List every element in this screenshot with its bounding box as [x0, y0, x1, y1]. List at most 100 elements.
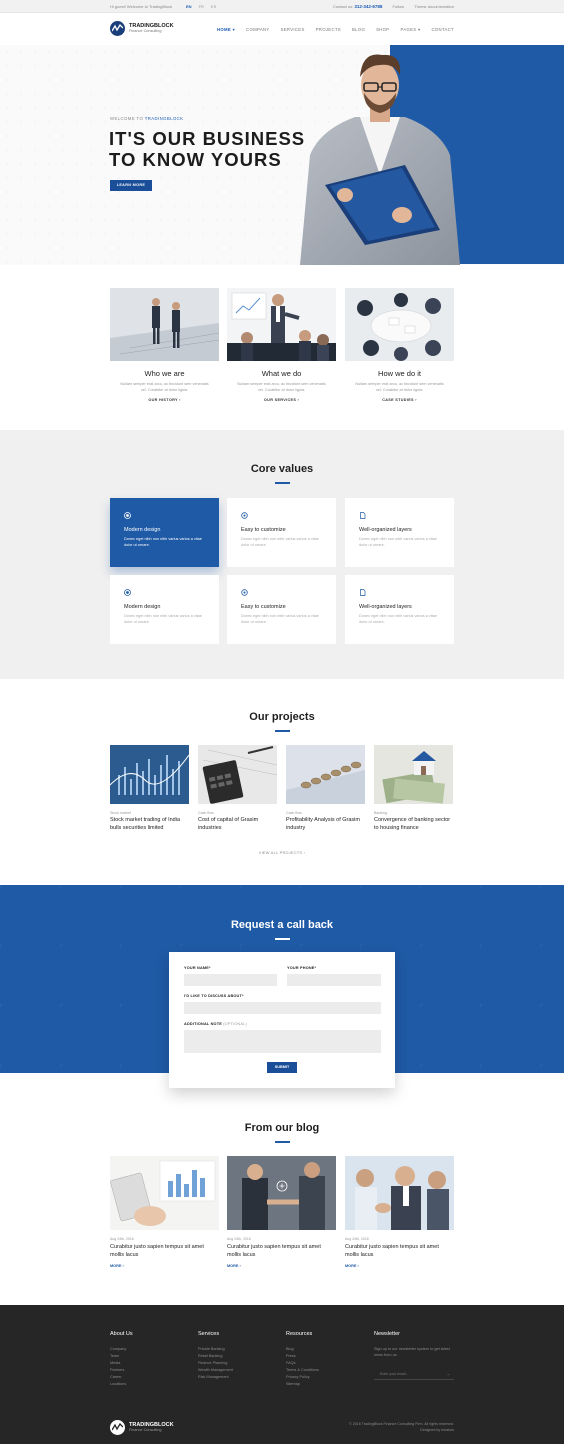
nav-contact[interactable]: CONTACT — [431, 27, 454, 33]
theme-docs-link[interactable]: Theme documentation — [414, 4, 454, 9]
learn-more-button[interactable]: LEARN MORE — [110, 180, 152, 191]
note-label-text: ADDITIONAL NOTE — [184, 1022, 222, 1026]
case-studies-link[interactable]: CASE STUDIES › — [345, 398, 454, 402]
blog-card[interactable]: Aug 24th, 2016 Curabitur justo sapien te… — [110, 1156, 219, 1268]
footer-logo[interactable]: TRADINGBLOCK Finance Consulting — [110, 1420, 174, 1435]
discuss-label: I'D LIKE TO DISCUSS ABOUT* — [184, 994, 244, 998]
project-card[interactable]: Banking Convergence of banking sector to… — [374, 745, 453, 832]
nav-pages[interactable]: PAGES ▾ — [400, 27, 420, 33]
project-category: Cash flow — [286, 811, 302, 815]
footer-link-private-banking[interactable]: Private Banking — [198, 1346, 233, 1353]
hero-line-1: IT'S OUR BUSINESS — [109, 128, 306, 149]
blog-post-title[interactable]: Curabitur justo sapien tempus sit amet m… — [345, 1244, 454, 1259]
blog-title: From our blog — [244, 1122, 320, 1134]
project-card[interactable]: Cash flow Cost of capital of Grasim indu… — [198, 745, 277, 832]
value-box[interactable]: Easy to customize Donec eget nibh non ni… — [227, 575, 336, 644]
footer-link-partners[interactable]: Partners — [110, 1367, 133, 1374]
footer-link-terms[interactable]: Terms & Conditions — [286, 1367, 319, 1374]
note-textarea[interactable] — [184, 1030, 381, 1053]
our-history-link[interactable]: OUR HISTORY › — [110, 398, 219, 402]
project-card[interactable]: Stock market Stock market trading of Ind… — [110, 745, 189, 832]
project-category: Banking — [374, 811, 387, 815]
main-nav: HOME ▾ COMPANY SERVICES PROJECTS BLOG SH… — [206, 27, 454, 33]
radio-icon — [124, 512, 131, 519]
footer-link-sitemap[interactable]: Sitemap — [286, 1381, 319, 1388]
project-image-calculator — [198, 745, 277, 804]
who-we-are-image — [110, 288, 219, 361]
footer-link-faqs[interactable]: FAQs — [286, 1360, 319, 1367]
about-title: Who we are — [144, 369, 185, 378]
nav-company[interactable]: COMPANY — [246, 27, 270, 33]
nav-services[interactable]: SERVICES — [281, 27, 305, 33]
value-box[interactable]: Well-organized layers Donec eget nibh no… — [345, 498, 454, 567]
blog-post-title[interactable]: Curabitur justo sapien tempus sit amet m… — [227, 1244, 336, 1259]
blog-image-handshake — [227, 1156, 336, 1230]
value-box[interactable]: Easy to customize Donec eget nibh non ni… — [227, 498, 336, 567]
phone-input[interactable] — [287, 974, 381, 986]
value-box[interactable]: Well-organized layers Donec eget nibh no… — [345, 575, 454, 644]
footer-link-blog[interactable]: Blog — [286, 1346, 319, 1353]
follow-link[interactable]: Follow — [393, 4, 405, 9]
about-text: Nullam semper erat arcu, ac tincidunt se… — [237, 382, 326, 392]
footer-link-privacy[interactable]: Privacy Policy — [286, 1374, 319, 1381]
blog-post-title[interactable]: Curabitur justo sapien tempus sit amet m… — [110, 1244, 219, 1259]
about-card-who: Who we are Nullam semper erat arcu, ac t… — [110, 288, 219, 402]
blog-card[interactable]: Aug 24th, 2016 Curabitur justo sapien te… — [227, 1156, 336, 1268]
nav-blog[interactable]: BLOG — [352, 27, 365, 33]
blog-more-link[interactable]: MORE › — [110, 1264, 219, 1268]
lang-es[interactable]: ES — [211, 4, 216, 9]
footer-link-press[interactable]: Press — [286, 1353, 319, 1360]
about-text: Nullam semper erat arcu, ac tincidunt se… — [355, 382, 444, 392]
callback-form: YOUR NAME* YOUR PHONE* I'D LIKE TO DISCU… — [169, 952, 395, 1088]
project-card[interactable]: Cash flow Profitability Analysis of Gras… — [286, 745, 365, 832]
contact-label: Contact us: — [332, 4, 354, 9]
hero-welcome: WELCOME TO TRADINGBLOCK — [110, 116, 183, 121]
value-box[interactable]: Modern design Donec eget nibh non nibh v… — [110, 575, 219, 644]
value-title: Well-organized layers — [359, 527, 412, 533]
footer-link-risk-management[interactable]: Risk Management — [198, 1374, 233, 1381]
logo-icon — [110, 21, 125, 36]
nav-shop[interactable]: SHOP — [376, 27, 389, 33]
footer-link-team[interactable]: Team — [110, 1353, 133, 1360]
lang-fr[interactable]: FR — [199, 4, 204, 9]
value-text: Donec eget nibh non nibh varius varius a… — [124, 614, 202, 624]
project-title[interactable]: Cost of capital of Grasim industries — [198, 817, 277, 832]
footer-link-wealth-management[interactable]: Wealth Management — [198, 1367, 233, 1374]
value-box[interactable]: Modern design Donec eget nibh non nibh v… — [110, 498, 219, 567]
footer-link-locations[interactable]: Locations — [110, 1381, 133, 1388]
footer-heading: Newsletter — [374, 1331, 400, 1337]
footer-link-company[interactable]: Company — [110, 1346, 133, 1353]
phone-number[interactable]: 312-342-6788 — [354, 4, 382, 9]
footer-link-career[interactable]: Career — [110, 1374, 133, 1381]
about-card-how: How we do it Nullam semper erat arcu, ac… — [345, 288, 454, 402]
footer-link-finance-planning[interactable]: Finance Planning — [198, 1360, 233, 1367]
blog-card[interactable]: Aug 24th, 2016 Curabitur justo sapien te… — [345, 1156, 454, 1268]
blog-more-link[interactable]: MORE › — [345, 1264, 454, 1268]
hero-line-2: TO KNOW YOURS — [109, 149, 282, 170]
footer-link-retail-banking[interactable]: Retail Banking — [198, 1353, 233, 1360]
site-footer — [0, 1305, 564, 1444]
blog-date: Aug 24th, 2016 — [345, 1237, 369, 1241]
site-logo[interactable]: TRADINGBLOCK Finance Consulting — [110, 21, 174, 36]
blog-date: Aug 24th, 2016 — [227, 1237, 251, 1241]
arrow-right-icon[interactable]: → — [446, 1371, 450, 1376]
submit-button[interactable]: SUBMIT — [267, 1062, 297, 1073]
footer-services-column: Services Private Banking Retail Banking … — [198, 1331, 233, 1381]
project-title[interactable]: Stock market trading of India bulls secu… — [110, 817, 189, 832]
phone-label: YOUR PHONE* — [287, 966, 317, 970]
discuss-select[interactable] — [184, 1002, 381, 1014]
newsletter-email-input[interactable]: Enter your email... → — [374, 1368, 454, 1380]
view-all-projects-link[interactable]: VIEW ALL PROJECTS › — [0, 851, 564, 855]
project-title[interactable]: Convergence of banking sector to housing… — [374, 817, 453, 832]
value-text: Donec eget nibh non nibh varius varius a… — [359, 537, 437, 547]
lang-en[interactable]: EN — [186, 4, 192, 9]
name-input[interactable] — [184, 974, 277, 986]
project-title[interactable]: Profitability Analysis of Grasim industr… — [286, 817, 365, 832]
copyright: © 2016 TradingBlock Finance Consulting F… — [349, 1421, 454, 1433]
nav-projects[interactable]: PROJECTS — [316, 27, 341, 33]
our-services-link[interactable]: OUR SERVICES › — [227, 398, 336, 402]
welcome-brand: TRADINGBLOCK — [144, 116, 184, 121]
nav-home[interactable]: HOME ▾ — [217, 27, 235, 33]
blog-more-link[interactable]: MORE › — [227, 1264, 336, 1268]
footer-link-media[interactable]: Media — [110, 1360, 133, 1367]
